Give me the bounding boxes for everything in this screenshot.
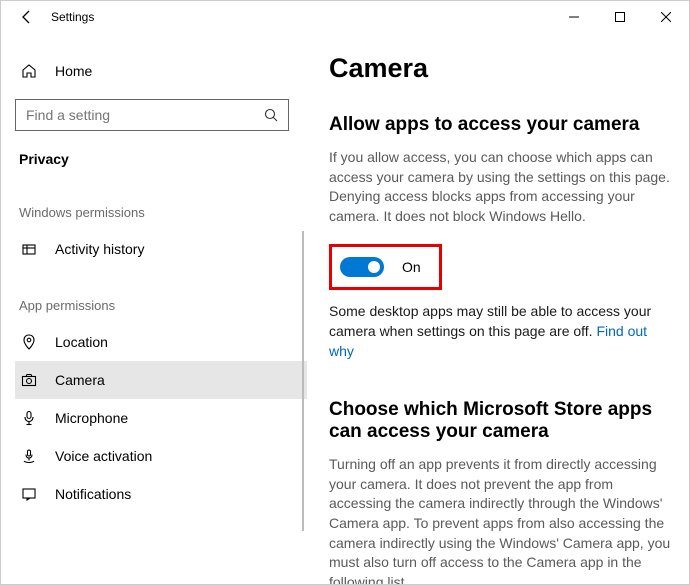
sidebar-item-label: Voice activation [55,448,152,464]
sidebar-home-label: Home [55,63,92,79]
section-heading-choose: Choose which Microsoft Store apps can ac… [329,399,675,443]
back-button[interactable] [11,1,43,33]
microphone-icon [19,410,39,426]
sidebar: Home Privacy Windows permissions Activit… [1,33,311,584]
sidebar-item-location[interactable]: Location [15,323,307,361]
location-icon [19,334,39,350]
search-input-wrap[interactable] [15,99,289,131]
voice-activation-icon [19,448,39,464]
sidebar-item-label: Location [55,334,108,350]
titlebar: Settings [1,1,689,33]
desktop-apps-note: Some desktop apps may still be able to a… [329,302,675,361]
section-description-choose: Turning off an app prevents it from dire… [329,455,675,584]
main-content: Camera Allow apps to access your camera … [311,33,689,584]
sidebar-item-label: Notifications [55,486,131,502]
section-header-windows: Windows permissions [19,205,307,220]
sidebar-item-label: Camera [55,372,105,388]
section-header-app: App permissions [19,298,307,313]
sidebar-category-label: Privacy [19,151,307,167]
close-button[interactable] [643,1,689,33]
home-icon [19,63,39,79]
sidebar-item-label: Activity history [55,241,144,257]
camera-access-toggle-highlight: On [329,244,442,290]
search-icon [264,108,278,122]
page-title: Camera [329,53,675,84]
search-input[interactable] [26,107,264,123]
section-heading-allow: Allow apps to access your camera [329,114,675,136]
camera-access-toggle-label: On [402,259,421,275]
sidebar-item-microphone[interactable]: Microphone [15,399,307,437]
sidebar-item-activity-history[interactable]: Activity history [15,230,307,268]
sidebar-item-notifications[interactable]: Notifications [15,475,307,513]
sidebar-item-camera[interactable]: Camera [15,361,307,399]
activity-history-icon [19,241,39,257]
sidebar-home[interactable]: Home [15,53,307,89]
window-title: Settings [51,10,94,24]
sidebar-item-voice-activation[interactable]: Voice activation [15,437,307,475]
section-description-allow: If you allow access, you can choose whic… [329,148,675,226]
sidebar-item-label: Microphone [55,410,128,426]
maximize-button[interactable] [597,1,643,33]
notifications-icon [19,486,39,502]
nav-scroll[interactable]: Windows permissions Activity history App… [15,175,307,584]
camera-icon [19,372,39,388]
camera-access-toggle[interactable] [340,257,384,277]
minimize-button[interactable] [551,1,597,33]
